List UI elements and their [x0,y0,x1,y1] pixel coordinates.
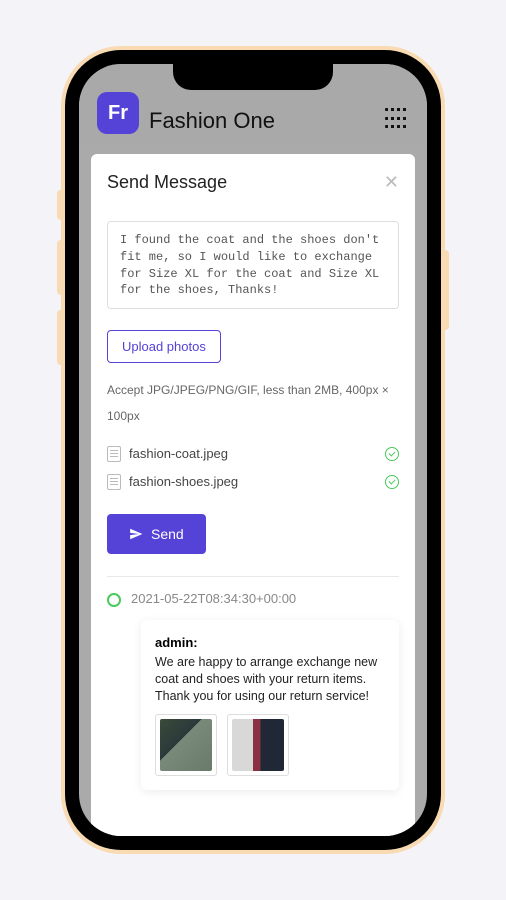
screen: Fr Fashion One Send Message ✕ Upload pho… [79,64,427,836]
timeline: 2021-05-22T08:34:30+00:00 admin: We are … [107,591,399,791]
send-button[interactable]: Send [107,514,206,554]
menu-icon[interactable] [385,108,409,128]
file-name: fashion-shoes.jpeg [129,474,238,489]
file-row[interactable]: fashion-shoes.jpeg [107,468,399,496]
check-circle-icon [385,447,399,461]
reply-card: admin: We are happy to arrange exchange … [141,620,399,791]
phone-frame: Fr Fashion One Send Message ✕ Upload pho… [65,50,441,850]
timeline-dot-icon [107,593,121,607]
reply-thumbnail[interactable] [155,714,217,776]
file-row[interactable]: fashion-coat.jpeg [107,440,399,468]
file-name: fashion-coat.jpeg [129,446,228,461]
reply-thumbnail[interactable] [227,714,289,776]
send-message-modal: Send Message ✕ Upload photos Accept JPG/… [91,154,415,836]
check-circle-icon [385,475,399,489]
paper-plane-icon [129,527,143,541]
file-icon [107,474,121,490]
app-title: Fashion One [149,108,375,134]
close-icon[interactable]: ✕ [384,172,399,193]
upload-photos-button[interactable]: Upload photos [107,330,221,363]
divider [107,576,399,577]
file-icon [107,446,121,462]
upload-hint: Accept JPG/JPEG/PNG/GIF, less than 2MB, … [107,377,399,430]
app-logo[interactable]: Fr [97,92,139,134]
send-button-label: Send [151,526,184,542]
modal-title: Send Message [107,172,227,193]
reply-body: We are happy to arrange exchange new coa… [155,654,385,705]
reply-author: admin: [155,635,198,650]
message-textarea[interactable] [107,221,399,309]
timeline-timestamp: 2021-05-22T08:34:30+00:00 [131,591,399,606]
